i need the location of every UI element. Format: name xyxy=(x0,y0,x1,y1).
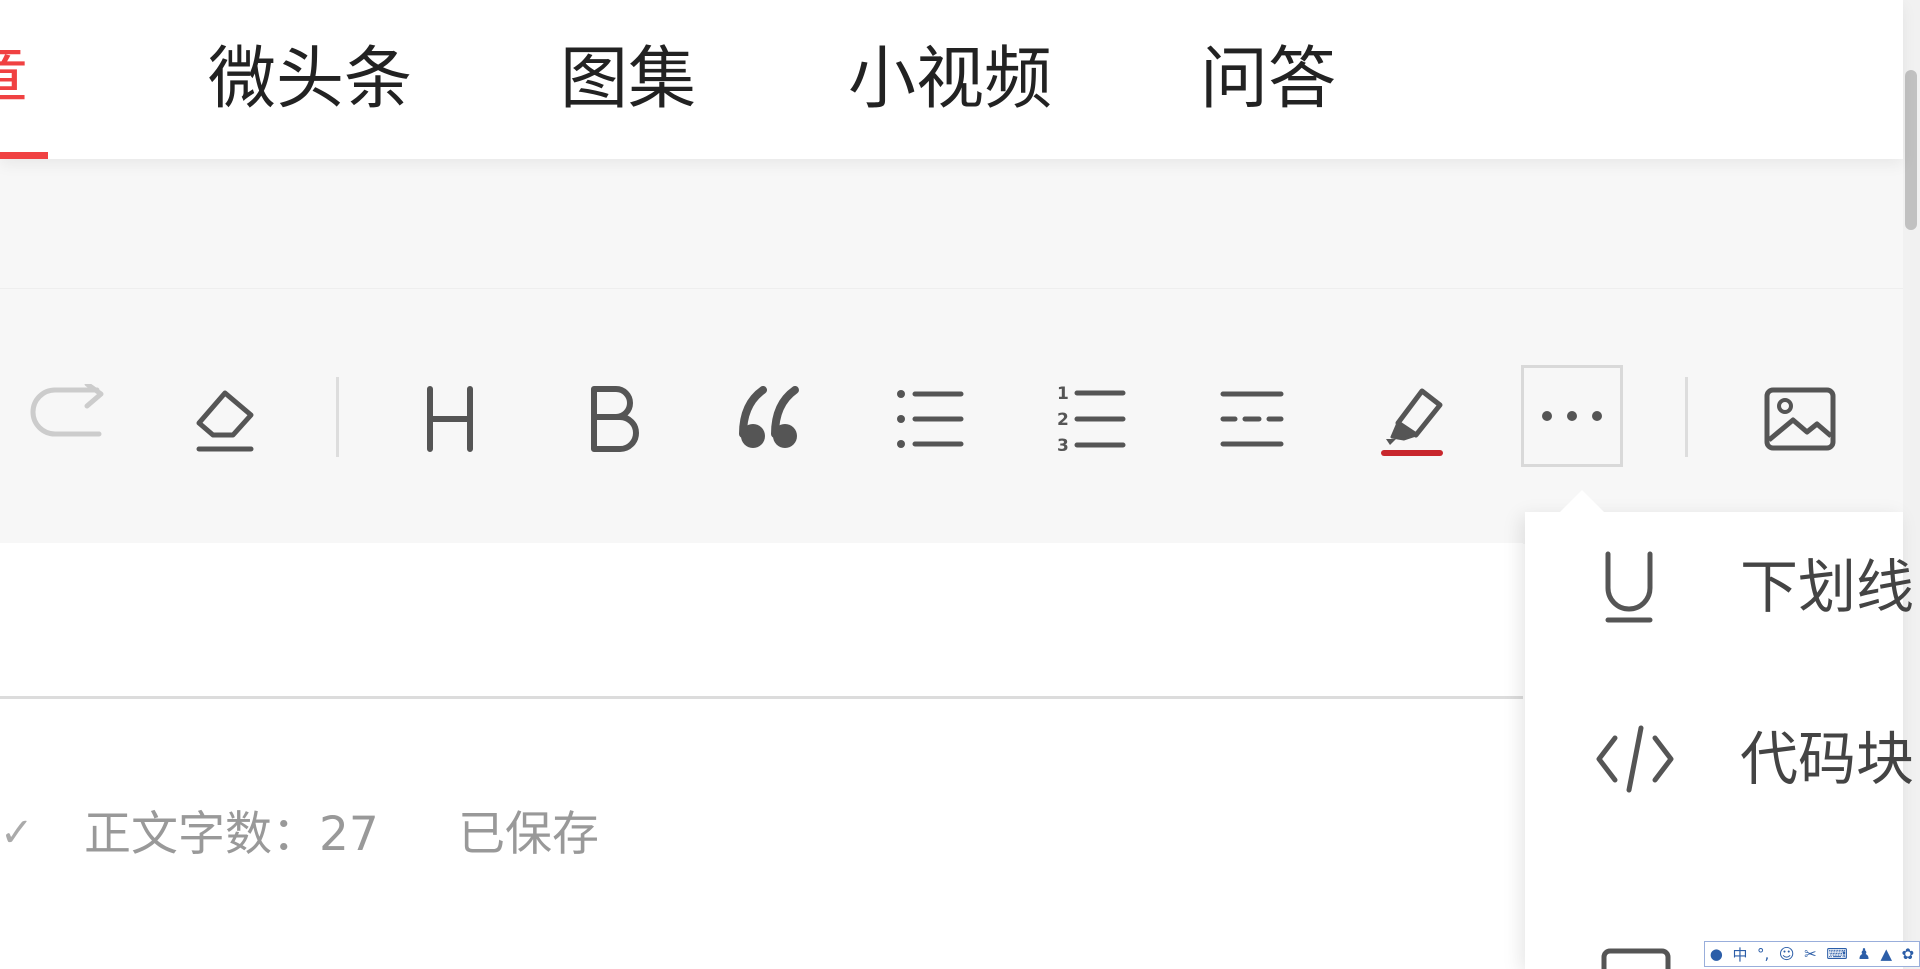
title-input-area[interactable] xyxy=(0,543,1523,698)
horizontal-rule-button[interactable] xyxy=(1212,379,1292,459)
ime-mode-label[interactable]: 中 xyxy=(1732,944,1747,965)
check-icon: ✓ xyxy=(0,810,34,856)
active-tab-indicator xyxy=(0,152,48,159)
quote-button[interactable] xyxy=(730,379,810,459)
tab-short-video[interactable]: 小视频 xyxy=(848,30,1052,130)
tab-micro-headline[interactable]: 微头条 xyxy=(208,30,412,130)
ime-toolbar: ● 中 °, ☺ ✂ ⌨ ♟ ▲ ✿ xyxy=(1704,941,1920,967)
editor-toolbar: 1 2 3 xyxy=(0,288,1903,544)
title-divider xyxy=(0,696,1523,699)
menu-item-underline-label: 下划线 xyxy=(1740,553,1915,621)
highlight-button[interactable] xyxy=(1372,377,1452,461)
toolbar-separator xyxy=(336,377,339,457)
insert-image-button[interactable] xyxy=(1760,379,1840,459)
punctuation-icon[interactable]: °, xyxy=(1757,945,1769,963)
bullet-list-button[interactable] xyxy=(890,379,970,459)
tab-gallery-label: 图集 xyxy=(560,40,697,119)
bullet-list-icon xyxy=(897,390,964,448)
svg-text:2: 2 xyxy=(1057,410,1069,430)
tab-short-video-label: 小视频 xyxy=(848,40,1053,119)
svg-text:3: 3 xyxy=(1057,436,1069,455)
user-icon[interactable]: ● xyxy=(1710,945,1723,963)
divider-icon xyxy=(1220,391,1284,447)
toolbar-separator-2 xyxy=(1685,377,1688,457)
numbered-list-icon: 1 2 3 xyxy=(1057,384,1126,455)
word-count: 正文字数：27 xyxy=(84,807,379,862)
more-icon xyxy=(1542,411,1602,421)
tab-qa-label: 问答 xyxy=(1200,40,1337,119)
bold-icon xyxy=(591,386,639,452)
emoji-icon[interactable]: ☺ xyxy=(1779,945,1795,963)
heading-button[interactable] xyxy=(410,379,490,459)
redo-button[interactable] xyxy=(20,379,110,459)
eraser-icon xyxy=(196,390,254,452)
redo-icon xyxy=(30,384,104,437)
partial-icon xyxy=(1601,948,1671,969)
scrollbar-thumb[interactable] xyxy=(1905,70,1917,230)
more-dropdown-menu: 下划线 代码块 xyxy=(1525,512,1914,969)
top-tab-bar: 章 微头条 图集 小视频 问答 xyxy=(0,0,1903,159)
dropdown-arrow xyxy=(1558,490,1606,514)
more-button[interactable] xyxy=(1521,365,1623,467)
quote-icon xyxy=(739,386,799,448)
heading-icon xyxy=(427,386,473,452)
tab-qa[interactable]: 问答 xyxy=(1200,30,1336,130)
settings-icon[interactable]: ✿ xyxy=(1902,945,1915,963)
tab-article-label: 章 xyxy=(0,40,28,119)
image-icon xyxy=(1764,387,1836,451)
scissors-icon[interactable]: ✂ xyxy=(1804,945,1817,963)
bold-button[interactable] xyxy=(572,379,652,459)
tab-micro-headline-label: 微头条 xyxy=(208,40,413,119)
code-block-icon xyxy=(1596,725,1674,793)
underline-icon xyxy=(1605,551,1653,623)
clear-format-button[interactable] xyxy=(180,379,270,459)
highlight-icon xyxy=(1381,388,1443,456)
tab-article[interactable]: 章 xyxy=(0,30,28,130)
save-status: 已保存 xyxy=(458,807,599,862)
keyboard-icon[interactable]: ⌨ xyxy=(1826,945,1848,963)
header-spacer xyxy=(0,159,1903,288)
menu-item-code-block-label: 代码块 xyxy=(1740,725,1915,793)
menu-item-code-block[interactable]: 代码块 xyxy=(1525,684,1914,834)
numbered-list-button[interactable]: 1 2 3 xyxy=(1052,379,1132,459)
svg-text:1: 1 xyxy=(1057,384,1069,404)
menu-item-underline[interactable]: 下划线 xyxy=(1525,512,1914,662)
tab-gallery[interactable]: 图集 xyxy=(560,30,696,130)
skin-icon[interactable]: ▲ xyxy=(1880,945,1892,963)
person-icon[interactable]: ♟ xyxy=(1857,945,1870,963)
